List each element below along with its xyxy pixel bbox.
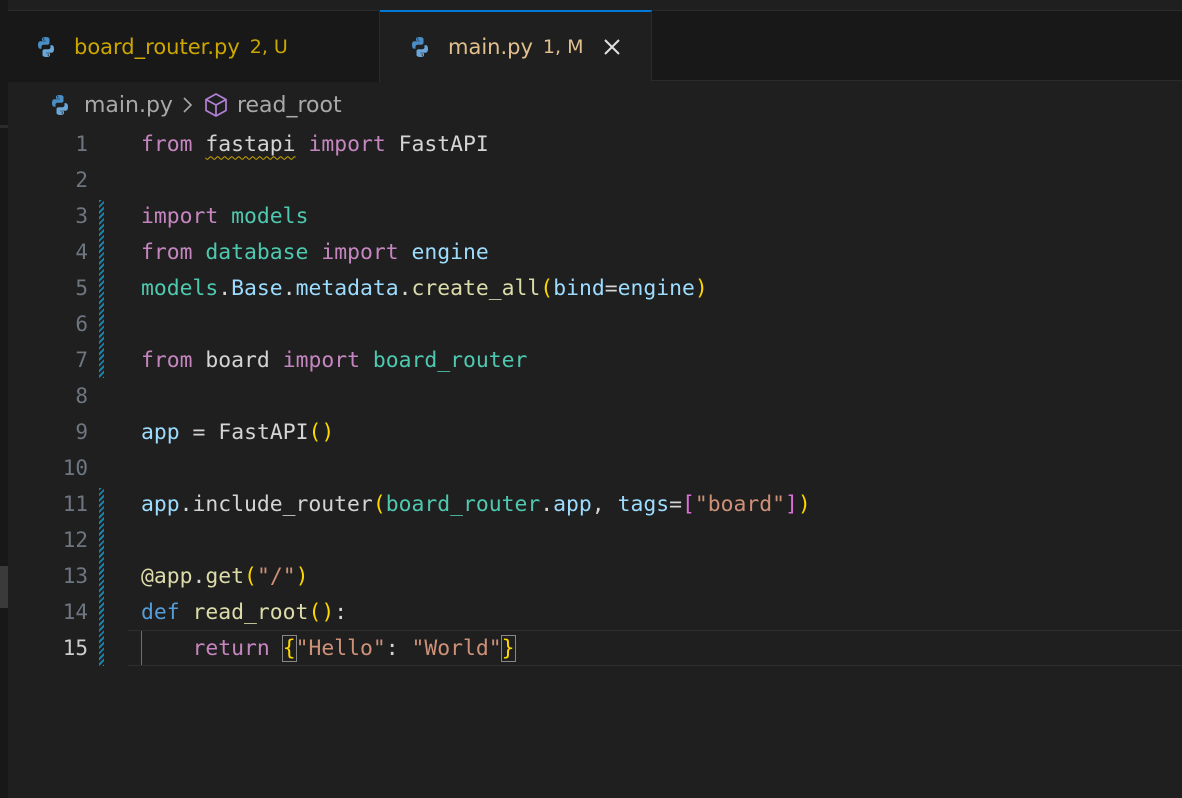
code-line: 7 from board import board_router — [8, 342, 1182, 378]
code-line: 14 def read_root(): — [8, 594, 1182, 630]
breadcrumb-symbol[interactable]: read_root — [237, 93, 342, 118]
line-number: 1 — [75, 132, 88, 156]
python-file-icon — [34, 35, 58, 59]
line-number: 11 — [62, 492, 88, 516]
code-line-3: import models — [141, 203, 309, 229]
chevron-right-icon — [181, 94, 195, 116]
breadcrumb-file[interactable]: main.py — [84, 93, 173, 118]
close-icon[interactable] — [601, 36, 623, 58]
vscode-editor-window: board_router.py 2, U main.py 1, M main.p… — [0, 0, 1182, 798]
edge-notch — [0, 125, 8, 128]
code-line: 10 — [8, 450, 1182, 486]
tab-bar: board_router.py 2, U main.py 1, M — [8, 10, 1182, 82]
code-line: 1 from fastapi import FastAPI — [8, 126, 1182, 162]
line-number: 14 — [62, 600, 88, 624]
code-line: 15 return {"Hello": "World"} — [8, 630, 1182, 666]
code-line-14: def read_root(): — [141, 599, 348, 625]
line-number: 5 — [75, 276, 88, 300]
line-number: 3 — [75, 204, 88, 228]
code-line: 12 — [8, 522, 1182, 558]
code-line-9: app = FastAPI() — [141, 419, 335, 445]
tab-status: 2, U — [249, 35, 288, 58]
line-number: 2 — [75, 168, 88, 192]
line-number: 15 — [62, 636, 88, 660]
code-line: 4 from database import engine — [8, 234, 1182, 270]
edge-marker — [0, 566, 8, 608]
code-line: 13 @app.get("/") — [8, 558, 1182, 594]
code-line: 9 app = FastAPI() — [8, 414, 1182, 450]
line-number: 8 — [75, 384, 88, 408]
tab-label: main.py — [448, 34, 533, 59]
tab-main-py[interactable]: main.py 1, M — [380, 10, 652, 81]
code-line: 2 — [8, 162, 1182, 198]
code-line-4: from database import engine — [141, 239, 489, 265]
line-number: 13 — [62, 564, 88, 588]
line-number: 6 — [75, 312, 88, 336]
cube-icon — [203, 92, 229, 118]
code-line-7: from board import board_router — [141, 347, 528, 373]
breadcrumb: main.py read_root — [48, 88, 342, 122]
code-editor[interactable]: 1 from fastapi import FastAPI 2 3 import… — [8, 126, 1182, 798]
line-number: 9 — [75, 420, 88, 444]
python-file-icon — [48, 93, 72, 117]
code-line-15: return {"Hello": "World"} — [192, 634, 516, 662]
line-number: 10 — [62, 456, 88, 480]
tab-board-router[interactable]: board_router.py 2, U — [8, 11, 380, 82]
code-line: 5 models.Base.metadata.create_all(bind=e… — [8, 270, 1182, 306]
code-line-5: models.Base.metadata.create_all(bind=eng… — [141, 275, 708, 301]
code-line-11: app.include_router(board_router.app, tag… — [141, 491, 811, 517]
code-line: 6 — [8, 306, 1182, 342]
tab-status: 1, M — [542, 35, 584, 58]
code-line: 8 — [8, 378, 1182, 414]
tab-label: board_router.py — [74, 34, 240, 59]
code-line-1: from fastapi import FastAPI — [141, 131, 489, 157]
line-number: 12 — [62, 528, 88, 552]
python-file-icon — [408, 35, 432, 59]
code-line: 3 import models — [8, 198, 1182, 234]
activity-edge — [0, 0, 8, 798]
code-line: 11 app.include_router(board_router.app, … — [8, 486, 1182, 522]
line-number: 4 — [75, 240, 88, 264]
line-number: 7 — [75, 348, 88, 372]
code-line-13: @app.get("/") — [141, 563, 309, 589]
